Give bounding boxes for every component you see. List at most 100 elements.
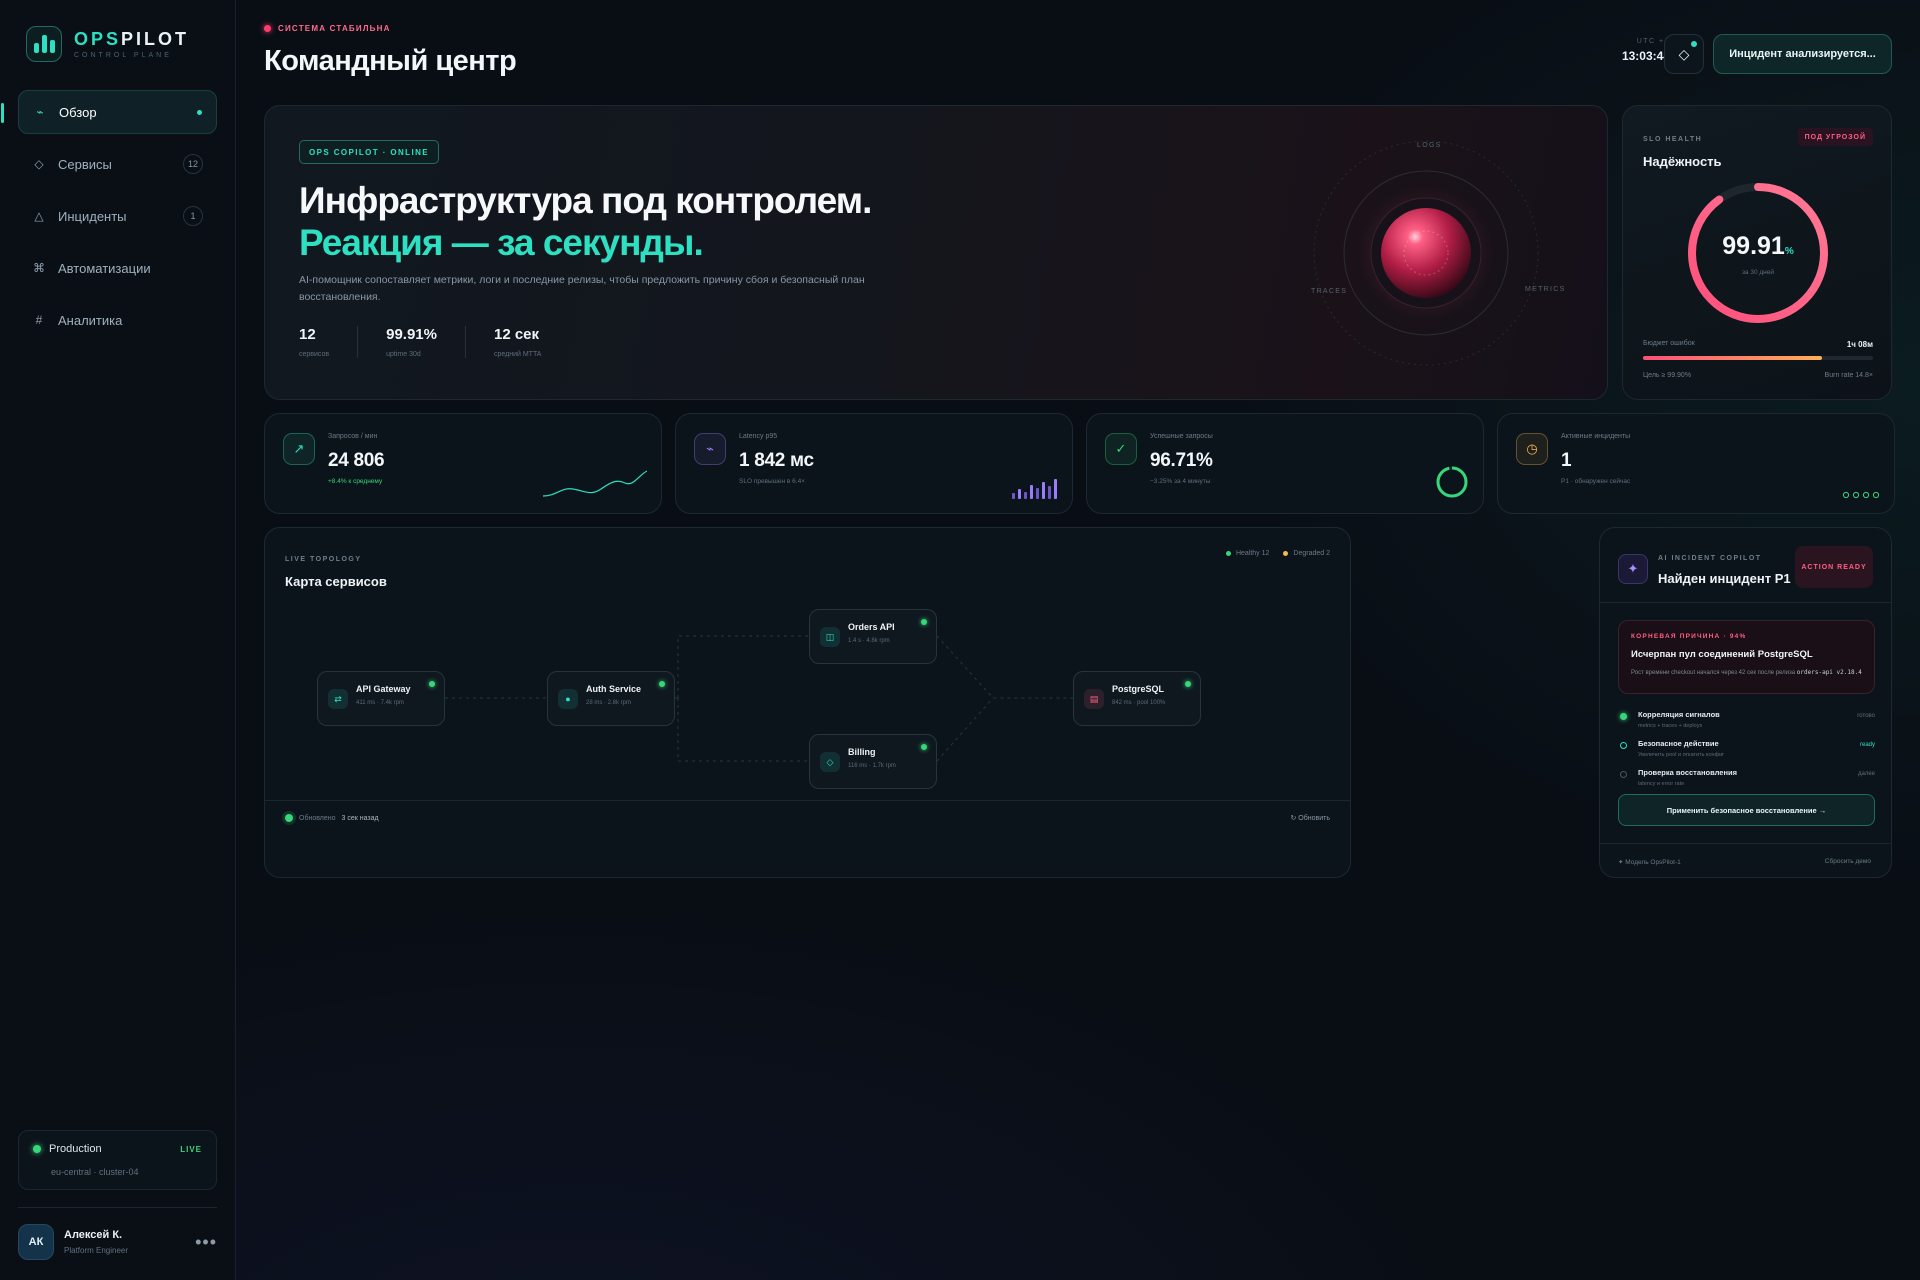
node-metrics: 842 ms · pool 100% xyxy=(1112,700,1166,706)
slo-target: Цель ≥ 99.90% xyxy=(1643,372,1692,379)
diamond-icon: ◇ xyxy=(820,752,840,772)
refresh-button[interactable]: ↻ Обновить xyxy=(1290,814,1330,822)
updated-dot xyxy=(285,814,293,822)
node-status-dot xyxy=(659,681,665,687)
environment-card[interactable]: Production LIVE eu-central · cluster-04 xyxy=(18,1130,217,1190)
orbit-label-traces: TRACES xyxy=(1311,288,1348,295)
sidebar-item-label: Инциденты xyxy=(58,208,127,224)
slo-health-card: SLO HEALTH Надёжность ПОД УГРОЗОЙ 99.91%… xyxy=(1622,105,1892,400)
node-metrics: 411 ms · 7.4k rpm xyxy=(356,700,404,706)
hero-stat-value: 12 xyxy=(299,326,316,343)
sidebar-item-0[interactable]: ⌁ Обзор xyxy=(1,90,217,134)
sparkline xyxy=(543,470,647,497)
step-title: Проверка восстановления xyxy=(1638,768,1737,777)
node-status-dot xyxy=(921,619,927,625)
kpi-label: Latency p95 xyxy=(739,433,778,440)
hash-icon: # xyxy=(35,313,43,327)
topology-node[interactable]: ◫ Orders API 1.4 s · 4.8k rpm xyxy=(809,609,937,664)
service-topology-card: LIVE TOPOLOGY Карта сервисов Healthy 12 … xyxy=(264,527,1351,878)
clock-time: 13:03:44 xyxy=(1621,49,1670,63)
updated-value: 3 сек назад xyxy=(341,814,379,822)
topology-node[interactable]: ▤ PostgreSQL 842 ms · pool 100% xyxy=(1073,671,1201,726)
ai-copilot-card: ✦ AI INCIDENT COPILOT Найден инцидент P1… xyxy=(1599,527,1892,878)
kpi-card: ✓ Успешные запросы 96.71% −3.25% за 4 ми… xyxy=(1086,413,1484,514)
step-subtitle: latency и error rate xyxy=(1638,781,1685,787)
ai-orbit-visual: LOGS TRACES METRICS xyxy=(1311,138,1564,368)
sidebar-item-label: Аналитика xyxy=(58,312,123,328)
activity-icon: ⌁ xyxy=(36,105,44,119)
hero-stat-value: 12 сек xyxy=(493,326,540,343)
kpi-subtext: +8.4% к среднему xyxy=(328,478,383,485)
node-metrics: 1.4 s · 4.8k rpm xyxy=(848,638,890,644)
slo-period: за 30 дней xyxy=(1741,269,1775,276)
kpi-label: Успешные запросы xyxy=(1150,433,1213,440)
diamond-icon: ◇ xyxy=(1678,45,1690,62)
kpi-value: 1 xyxy=(1561,450,1572,471)
copilot-divider xyxy=(1600,602,1891,603)
incident-analysis-button[interactable]: Инцидент анализируется... xyxy=(1713,34,1892,74)
notifications-button[interactable]: ◇ xyxy=(1664,34,1704,74)
user-profile[interactable]: АК Алексей К. Platform Engineer ••• xyxy=(18,1222,217,1262)
model-label: ✦ Модель OpsPilot-1 xyxy=(1618,859,1681,866)
step-status-dot xyxy=(1620,713,1627,720)
slo-burn-rate: Burn rate 14.8× xyxy=(1824,372,1873,379)
hero-stat-label: uptime 30d xyxy=(386,351,421,358)
logo[interactable]: OPSPILOT CONTROL PLANE xyxy=(26,26,189,62)
topology-node[interactable]: ⇄ API Gateway 411 ms · 7.4k rpm xyxy=(317,671,445,726)
error-budget-value: 1ч 08м xyxy=(1846,340,1873,349)
system-status-text: СИСТЕМА СТАБИЛЬНА xyxy=(278,24,391,33)
node-status-dot xyxy=(921,744,927,750)
reset-demo-link[interactable]: Сбросить демо xyxy=(1825,858,1871,865)
trend-up-icon: ↗ xyxy=(283,433,315,465)
sidebar-item-3[interactable]: ⌘ Автоматизации xyxy=(18,246,217,290)
orbit-label-logs: LOGS xyxy=(1417,142,1442,149)
node-status-dot xyxy=(429,681,435,687)
topology-footer-divider xyxy=(265,800,1350,801)
hero-stat: 12 сервисов xyxy=(299,326,359,358)
kpi-subtext: −3.25% за 4 минуты xyxy=(1150,478,1211,485)
step-status: далее xyxy=(1857,771,1875,777)
environment-status-dot xyxy=(33,1145,41,1153)
step-status-dot xyxy=(1620,742,1627,749)
step-status: готово xyxy=(1857,713,1875,719)
slo-value-unit: % xyxy=(1784,246,1794,257)
copilot-footer-divider xyxy=(1600,843,1891,844)
pulse-icon: ⌁ xyxy=(694,433,726,465)
slo-title: Надёжность xyxy=(1643,154,1722,169)
main-content: СИСТЕМА СТАБИЛЬНА Командный центр UTC +3… xyxy=(236,0,1920,1280)
slo-risk-badge: ПОД УГРОЗОЙ xyxy=(1797,128,1873,146)
kpi-subtext: SLO превышен в 6.4× xyxy=(739,478,806,485)
logo-text: OPSPILOT xyxy=(74,29,190,49)
more-icon[interactable]: ••• xyxy=(195,1232,217,1253)
slo-target-row: Цель ≥ 99.90% Burn rate 14.8× xyxy=(1643,372,1873,379)
check-icon: ✓ xyxy=(1105,433,1137,465)
topology-node[interactable]: ● Auth Service 28 ms · 2.8k rpm xyxy=(547,671,675,726)
copilot-status-tag: OPS COPILOT · ONLINE xyxy=(299,140,440,164)
node-metrics: 116 ms · 1.7k rpm xyxy=(848,763,896,769)
kpi-label: Запросов / мин xyxy=(328,433,378,440)
sidebar-item-2[interactable]: △ Инциденты 1 xyxy=(18,194,217,238)
hero-accent-title: Реакция — за секунды. xyxy=(299,222,704,263)
step-status-dot xyxy=(1620,771,1627,778)
step-subtitle: Увеличить pool и откатить конфиг xyxy=(1638,752,1725,758)
kpi-card: ↗ Запросов / мин 24 806 +8.4% к среднему xyxy=(264,413,662,514)
release-code: orders-api v2.18.4 xyxy=(1796,669,1862,676)
apply-recovery-button[interactable]: Применить безопасное восстановление → xyxy=(1618,794,1875,826)
count-badge: 12 xyxy=(183,154,203,174)
hero-stat: 12 сек средний MTTA xyxy=(494,326,569,358)
kpi-value: 1 842 мс xyxy=(739,450,814,471)
kpi-card: ⌁ Latency p95 1 842 мс SLO превышен в 6.… xyxy=(675,413,1073,514)
sidebar-item-4[interactable]: # Аналитика xyxy=(18,298,217,342)
system-status: СИСТЕМА СТАБИЛЬНА xyxy=(264,24,391,33)
slo-value: 99.91% xyxy=(1684,232,1832,261)
node-name: Auth Service xyxy=(586,684,642,694)
root-cause-description: Рост времени checkout начался через 42 с… xyxy=(1631,669,1862,676)
step-subtitle: metrics + traces + deploys xyxy=(1638,723,1703,729)
sidebar-item-1[interactable]: ◇ Сервисы 12 xyxy=(18,142,217,186)
clock-timezone: UTC +3 xyxy=(1636,38,1670,45)
topology-node[interactable]: ◇ Billing 116 ms · 1.7k rpm xyxy=(809,734,937,789)
command-icon: ⌘ xyxy=(33,261,45,275)
sidebar-item-label: Сервисы xyxy=(58,156,112,172)
error-budget-fill xyxy=(1643,356,1823,360)
avatar: АК xyxy=(18,1224,54,1260)
